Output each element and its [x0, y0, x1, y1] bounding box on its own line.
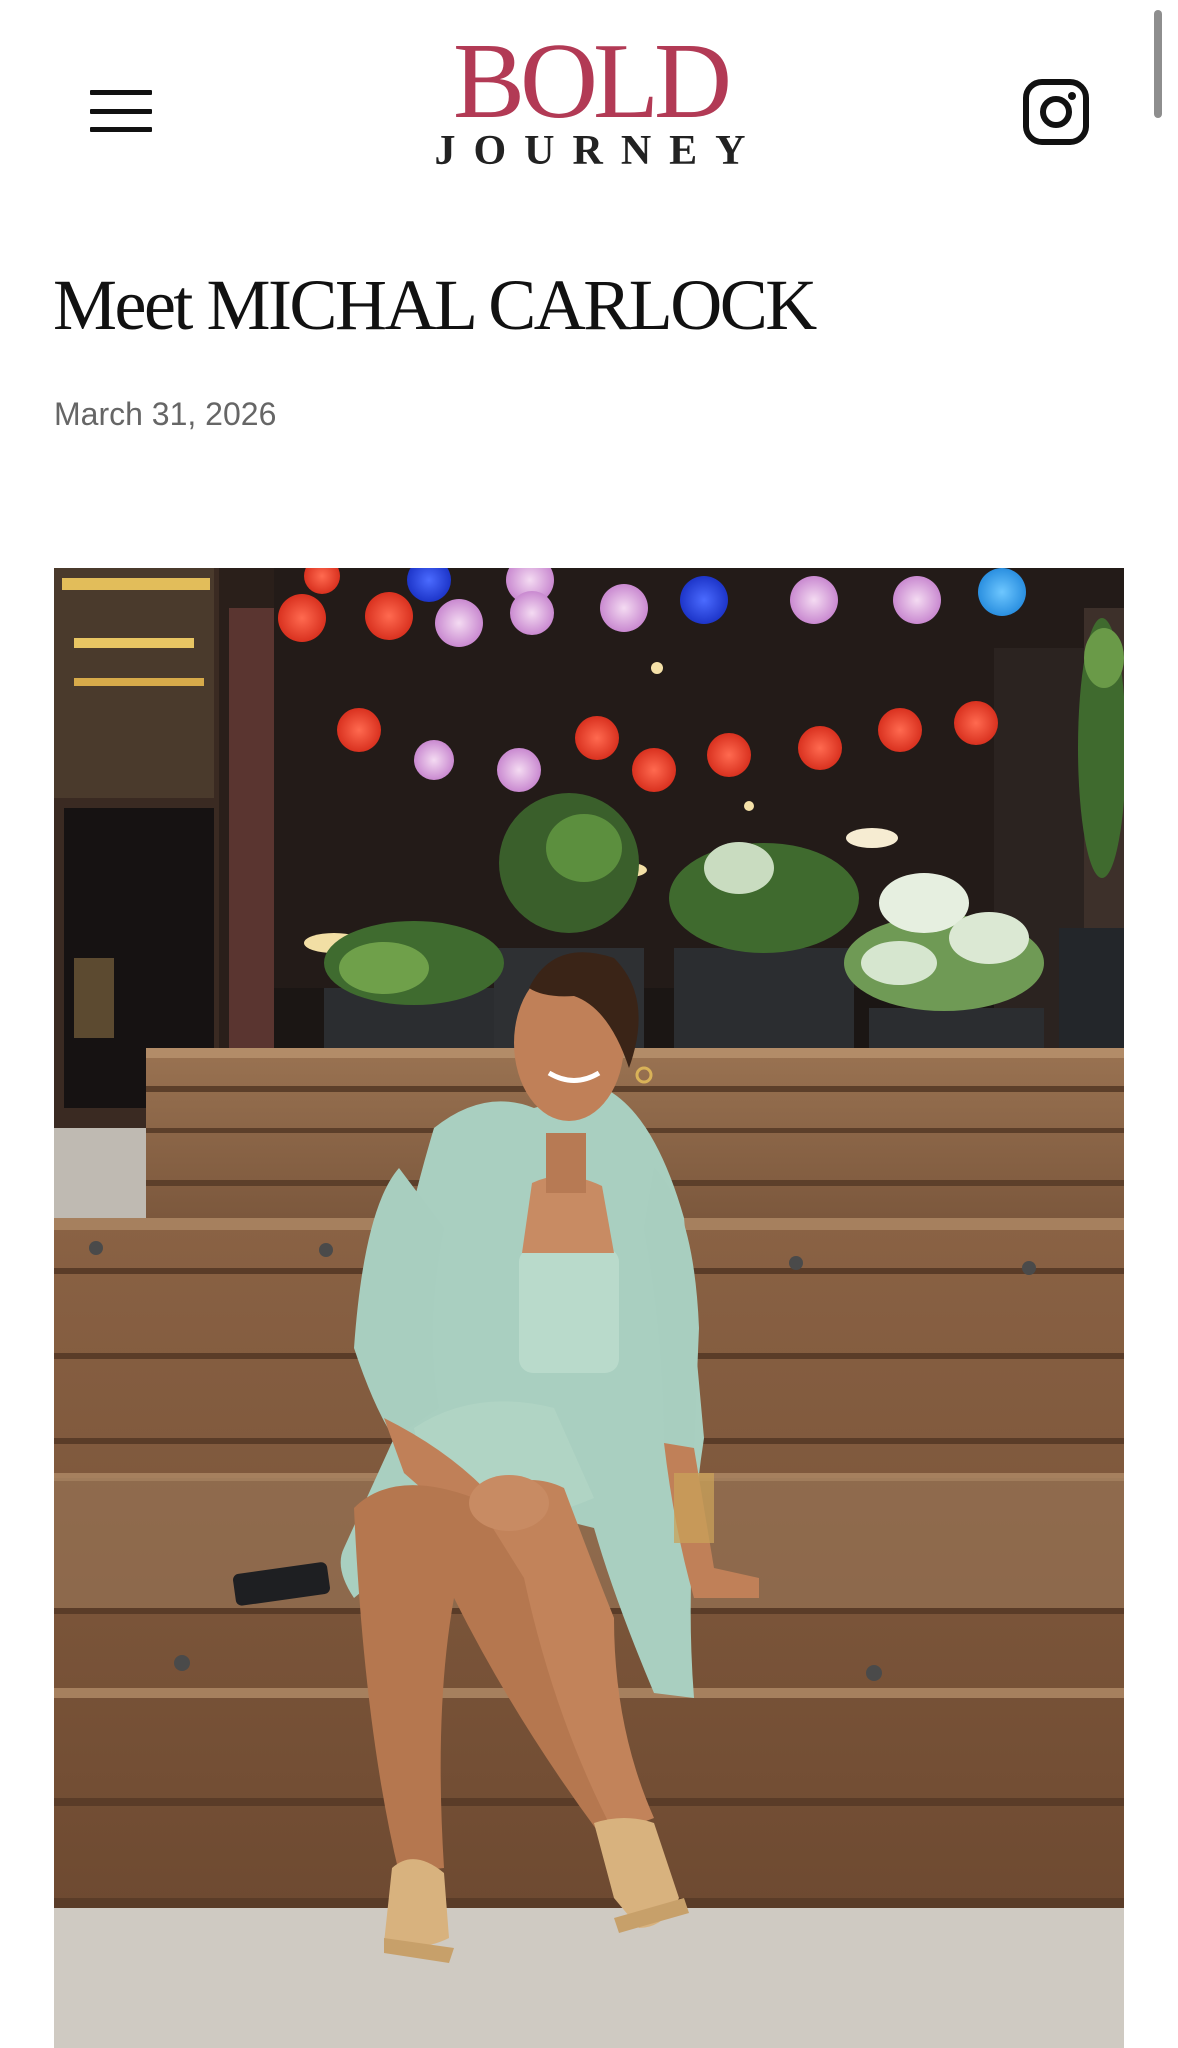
- hamburger-menu-icon-line: [90, 127, 152, 132]
- hamburger-menu-icon-line: [90, 108, 152, 114]
- site-header: BOLD JOURNEY: [0, 0, 1178, 200]
- logo-journey-text: JOURNEY: [434, 128, 764, 174]
- menu-button[interactable]: [82, 78, 160, 144]
- article-date: March 31, 2026: [54, 396, 277, 432]
- article-hero-photo: [54, 568, 1124, 2048]
- instagram-link[interactable]: [1020, 76, 1092, 148]
- article-title: Meet MICHAL CARLOCK: [53, 265, 817, 345]
- hamburger-menu-icon: [90, 90, 152, 95]
- logo-bold-text: BOLD: [453, 22, 732, 141]
- instagram-icon: [1023, 79, 1089, 145]
- site-logo[interactable]: BOLD JOURNEY: [410, 22, 770, 184]
